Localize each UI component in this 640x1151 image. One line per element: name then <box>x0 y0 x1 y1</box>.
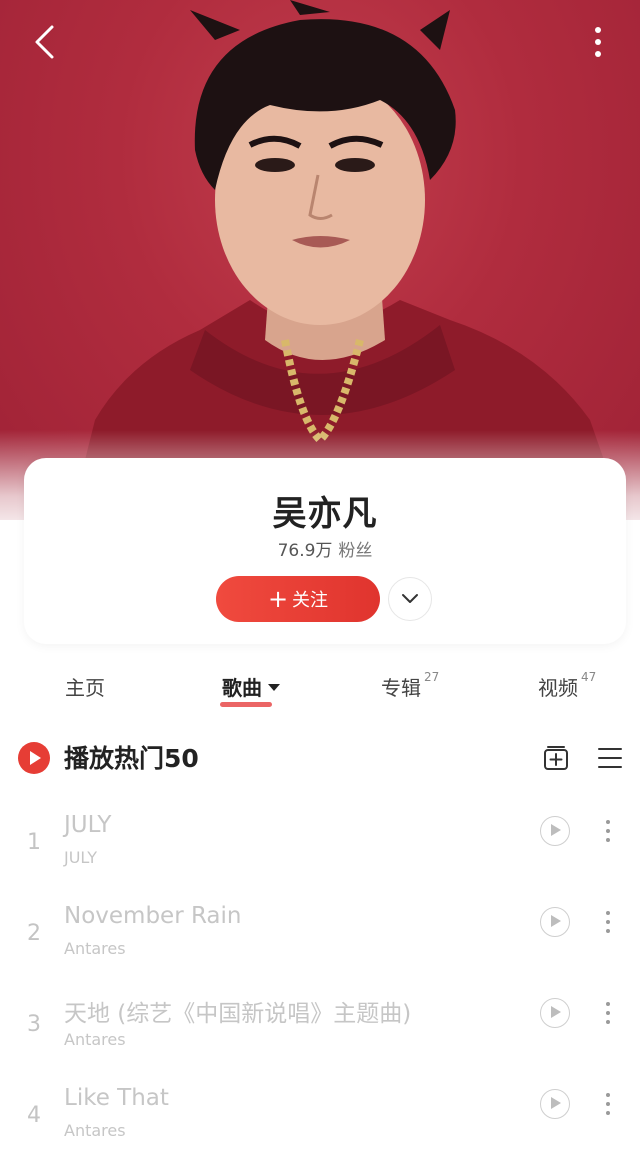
vertical-dots-icon[interactable] <box>600 816 616 846</box>
chevron-left-icon <box>35 25 54 59</box>
tab-active-indicator <box>220 702 272 707</box>
play-circle-icon[interactable] <box>18 742 50 774</box>
tab-albums-count: 27 <box>424 670 440 684</box>
song-index: 1 <box>27 830 41 855</box>
tab-videos-label: 视频 <box>538 676 578 700</box>
follow-button[interactable]: + 关注 <box>216 576 380 622</box>
tab-albums-label: 专辑 <box>381 676 421 700</box>
multi-select-button[interactable] <box>594 742 626 774</box>
play-mv-icon[interactable] <box>540 1089 570 1119</box>
song-index: 4 <box>27 1103 41 1128</box>
tab-songs-label: 歌曲 <box>222 676 262 700</box>
artist-cover-photo <box>0 0 640 520</box>
expand-similar-button[interactable] <box>388 577 432 621</box>
tab-home-label: 主页 <box>65 676 105 700</box>
play-mv-icon[interactable] <box>540 816 570 846</box>
song-index: 2 <box>27 921 41 946</box>
song-title: 天地 (综艺《中国新说唱》主题曲) <box>64 1001 412 1027</box>
fans-count: 76.9万 粉丝 <box>24 536 626 561</box>
song-index: 3 <box>27 1012 41 1037</box>
plus-icon: + <box>267 585 289 613</box>
song-title: November Rain <box>64 903 242 929</box>
artist-name: 吴亦凡 <box>272 494 378 534</box>
caret-down-icon <box>268 684 280 691</box>
play-all-bar: 播放热门50 <box>0 736 640 782</box>
artist-tabs: 主页 歌曲 专辑 27 视频 47 <box>0 670 640 720</box>
vertical-dots-icon[interactable] <box>600 998 616 1028</box>
vertical-dots-icon[interactable] <box>600 1089 616 1119</box>
vertical-dots-icon <box>595 27 601 57</box>
fans-count-value: 76.9万 <box>277 541 333 561</box>
song-row[interactable]: 1 JULY JULY <box>0 812 640 902</box>
song-artist: Antares <box>64 939 126 958</box>
play-mv-icon[interactable] <box>540 907 570 937</box>
tab-videos-count: 47 <box>581 670 597 684</box>
song-title: JULY <box>64 812 112 838</box>
list-menu-icon <box>598 748 622 768</box>
song-title: Like That <box>64 1085 169 1111</box>
add-to-collection-button[interactable] <box>540 742 572 774</box>
song-row[interactable]: 4 Like That Antares <box>0 1085 640 1151</box>
fans-label: 粉丝 <box>338 541 373 561</box>
tab-home[interactable]: 主页 <box>65 672 105 701</box>
tab-albums[interactable]: 专辑 27 <box>381 670 440 701</box>
song-artist: Antares <box>64 1030 126 1049</box>
follow-label: 关注 <box>292 590 329 611</box>
more-options-button[interactable] <box>574 18 622 66</box>
tab-videos[interactable]: 视频 47 <box>538 670 597 701</box>
vertical-dots-icon[interactable] <box>600 907 616 937</box>
play-mv-icon[interactable] <box>540 998 570 1028</box>
artist-info-card: 吴亦凡 76.9万 粉丝 + 关注 <box>24 458 626 644</box>
song-artist: Antares <box>64 1121 126 1140</box>
play-all-label[interactable]: 播放热门50 <box>64 739 199 775</box>
back-button[interactable] <box>20 18 68 66</box>
add-to-collection-icon <box>544 746 568 770</box>
song-row[interactable]: 2 November Rain Antares <box>0 903 640 993</box>
song-artist: JULY <box>64 848 97 867</box>
chevron-down-icon <box>402 594 418 603</box>
tab-songs[interactable]: 歌曲 <box>220 672 280 707</box>
song-row[interactable]: 3 天地 (综艺《中国新说唱》主题曲) Antares <box>0 994 640 1084</box>
